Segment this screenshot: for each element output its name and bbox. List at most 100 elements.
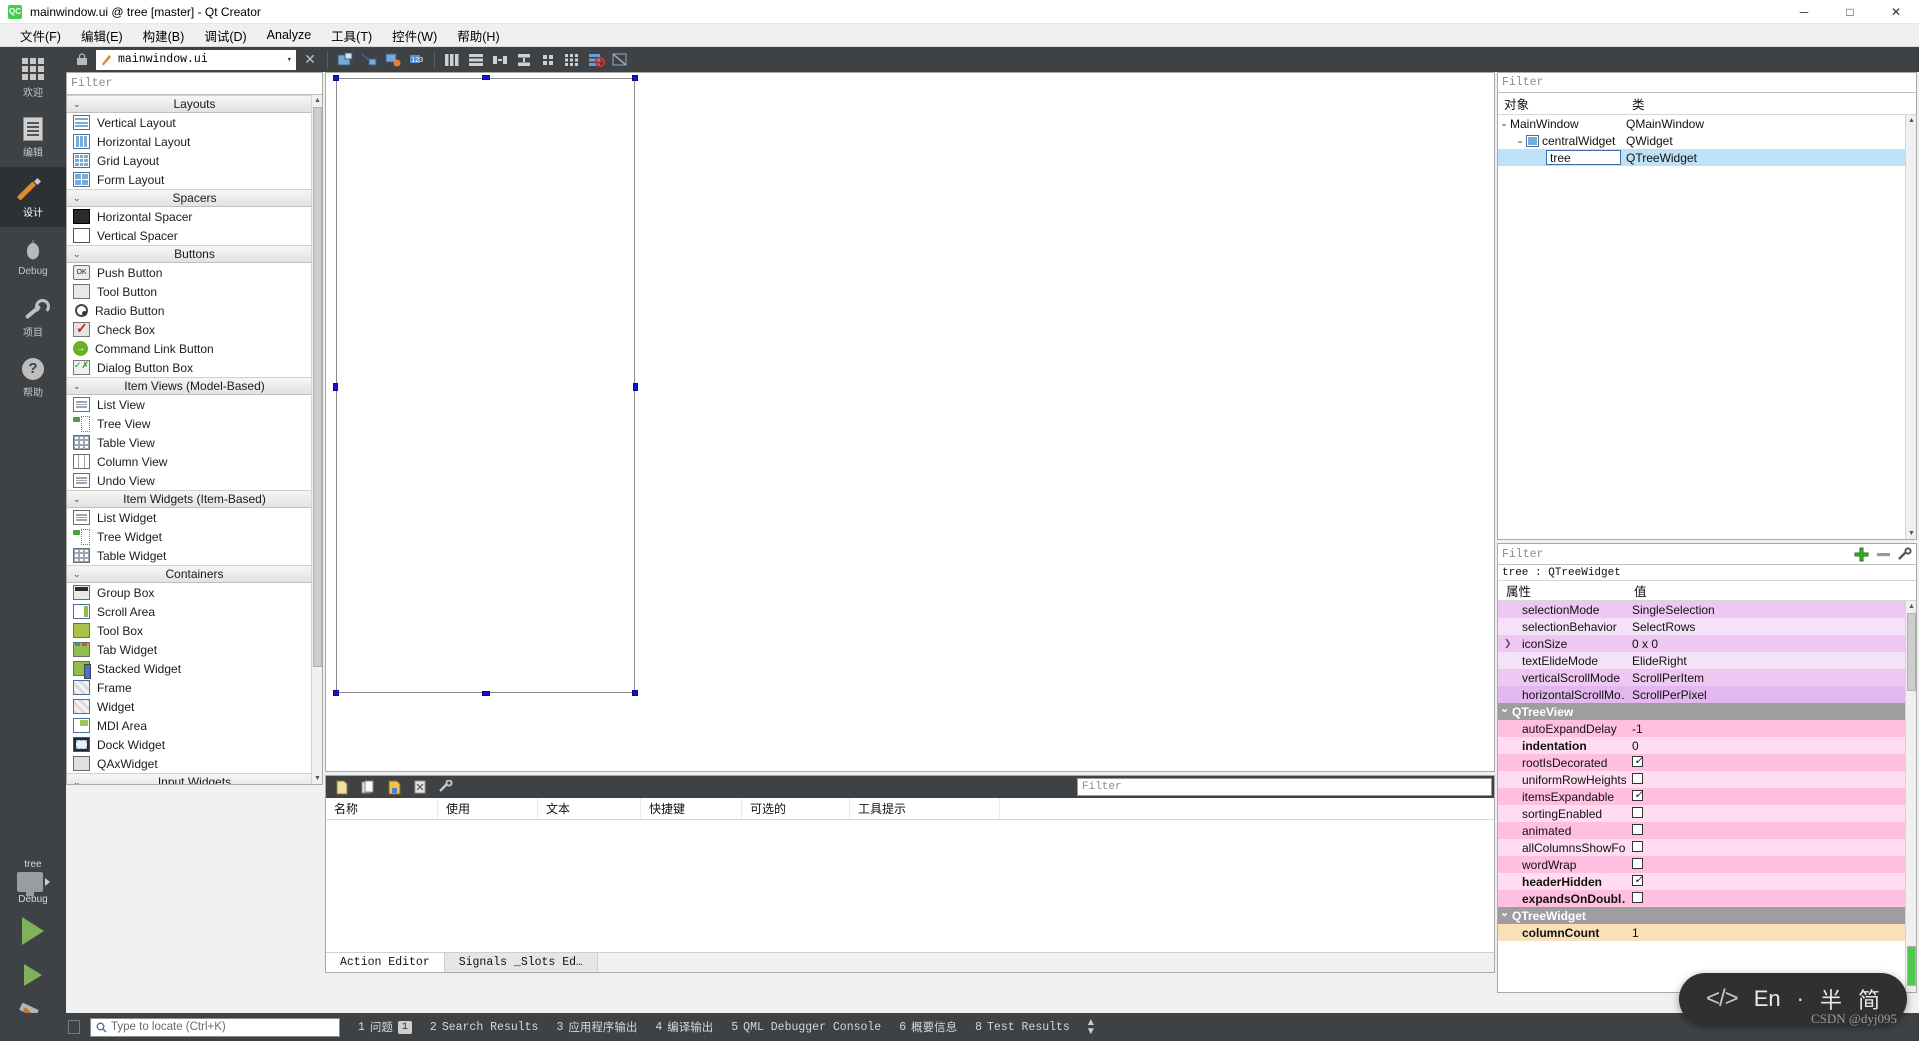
widget-item-tool-button[interactable]: Tool Button <box>67 282 322 301</box>
layout-horizontally-icon[interactable] <box>442 50 462 70</box>
property-row-selectionmode[interactable]: selectionMode SingleSelection <box>1498 601 1916 618</box>
start-debugging-button[interactable] <box>0 953 66 997</box>
property-checkbox[interactable] <box>1632 806 1643 818</box>
widget-item-list-view[interactable]: List View <box>67 395 322 414</box>
widget-item-group-box[interactable]: Group Box <box>67 583 322 602</box>
widget-group-containers[interactable]: ⌄ Containers <box>67 565 322 583</box>
widget-box-list[interactable]: ⌄ Layouts Vertical Layout Horizontal Lay… <box>67 95 322 784</box>
menu-tools[interactable]: 工具(T) <box>321 23 382 48</box>
property-row-horizontalscrollmode[interactable]: horizontalScrollMo… ScrollPerPixel <box>1498 686 1916 703</box>
object-inspector-filter-input[interactable]: Filter <box>1498 73 1916 93</box>
close-editor-icon[interactable]: ✕ <box>300 50 320 70</box>
menu-help[interactable]: 帮助(H) <box>447 23 509 48</box>
widget-box-filter-input[interactable]: Filter <box>67 73 322 95</box>
property-row-textelidemode[interactable]: textElideMode ElideRight <box>1498 652 1916 669</box>
toggle-output-pane-icon[interactable] <box>68 1020 80 1034</box>
mode-projects[interactable]: 项目 <box>0 287 66 347</box>
widget-item-frame[interactable]: Frame <box>67 678 322 697</box>
widget-item-horizontal-layout[interactable]: Horizontal Layout <box>67 132 322 151</box>
new-action-icon[interactable] <box>332 777 352 797</box>
object-inspector-scrollbar[interactable]: ▲ ▼ <box>1905 115 1916 539</box>
property-row-sortingenabled[interactable]: sortingEnabled <box>1498 805 1916 822</box>
property-group-qtreeview[interactable]: QTreeView <box>1498 703 1916 720</box>
paste-action-icon[interactable] <box>384 777 404 797</box>
maximize-button[interactable]: □ <box>1827 0 1873 24</box>
widget-item-dock-widget[interactable]: Dock Widget <box>67 735 322 754</box>
resize-handle-middle-left[interactable] <box>333 383 338 391</box>
action-col-tooltip[interactable]: 工具提示 <box>850 798 1000 819</box>
copy-action-icon[interactable] <box>358 777 378 797</box>
widget-box-scrollbar[interactable]: ▲ ▼ <box>311 95 322 784</box>
menu-edit[interactable]: 编辑(E) <box>71 23 133 48</box>
menu-analyze[interactable]: Analyze <box>257 25 321 45</box>
chevron-down-icon[interactable]: ▾ <box>287 55 292 65</box>
adjust-size-icon[interactable] <box>610 50 630 70</box>
mode-welcome[interactable]: 欢迎 <box>0 47 66 107</box>
widget-item-qax-widget[interactable]: QAxWidget <box>67 754 322 773</box>
widget-group-buttons[interactable]: ⌄ Buttons <box>67 245 322 263</box>
delete-action-icon[interactable] <box>410 777 430 797</box>
resize-handle-bottom-left[interactable] <box>333 690 339 696</box>
chevron-down-icon[interactable]: ⌄ <box>1498 118 1510 129</box>
scroll-down-arrow-icon[interactable]: ▼ <box>313 773 322 784</box>
menu-build[interactable]: 构建(B) <box>133 23 195 48</box>
resize-handle-bottom-center[interactable] <box>482 691 490 696</box>
property-row-allcolumnsshowfocus[interactable]: allColumnsShowFo… <box>1498 839 1916 856</box>
scroll-up-arrow-icon[interactable]: ▲ <box>1907 115 1916 126</box>
scrollbar-thumb[interactable] <box>313 107 322 667</box>
action-col-checkable[interactable]: 可选的 <box>742 798 850 819</box>
property-row-rootisdecorated[interactable]: rootIsDecorated <box>1498 754 1916 771</box>
run-button[interactable] <box>0 909 66 953</box>
chevron-down-icon[interactable]: ⌄ <box>1514 135 1526 146</box>
object-name-edit-input[interactable]: tree <box>1546 150 1621 165</box>
widget-item-dialog-button-box[interactable]: Dialog Button Box <box>67 358 322 377</box>
property-editor-filter-input[interactable]: Filter <box>1498 544 1850 565</box>
property-row-wordwrap[interactable]: wordWrap <box>1498 856 1916 873</box>
layout-form-icon[interactable] <box>538 50 558 70</box>
resize-handle-top-center[interactable] <box>482 75 490 80</box>
scroll-up-arrow-icon[interactable]: ▲ <box>1907 601 1916 612</box>
widget-item-vertical-layout[interactable]: Vertical Layout <box>67 113 322 132</box>
widget-item-widget[interactable]: Widget <box>67 697 322 716</box>
property-row-headerhidden[interactable]: headerHidden <box>1498 873 1916 890</box>
menu-file[interactable]: 文件(F) <box>10 23 71 48</box>
output-pane-qml-debugger-console[interactable]: 5 QML Debugger Console <box>731 1021 881 1034</box>
property-checkbox[interactable] <box>1632 789 1643 801</box>
widget-group-layouts[interactable]: ⌄ Layouts <box>67 95 322 113</box>
action-editor-list[interactable] <box>326 820 1494 952</box>
layout-splitter-vertical-icon[interactable] <box>514 50 534 70</box>
property-checkbox[interactable] <box>1632 874 1643 886</box>
mode-debug[interactable]: Debug <box>0 227 66 287</box>
property-group-qtreewidget[interactable]: QTreeWidget <box>1498 907 1916 924</box>
widget-item-column-view[interactable]: Column View <box>67 452 322 471</box>
break-layout-icon[interactable] <box>586 50 606 70</box>
scrollbar-thumb-lower[interactable] <box>1907 946 1916 986</box>
property-value[interactable]: SelectRows <box>1626 620 1916 634</box>
output-pane-compile-output[interactable]: 4 编译输出 <box>655 1019 713 1036</box>
property-row-autoexpanddelay[interactable]: autoExpandDelay -1 <box>1498 720 1916 737</box>
widget-item-tool-box[interactable]: Tool Box <box>67 621 322 640</box>
widget-item-tree-view[interactable]: Tree View <box>67 414 322 433</box>
widget-item-horizontal-spacer[interactable]: Horizontal Spacer <box>67 207 322 226</box>
widget-item-grid-layout[interactable]: Grid Layout <box>67 151 322 170</box>
property-value[interactable]: 0 x 0 <box>1626 637 1916 651</box>
layout-grid-icon[interactable] <box>562 50 582 70</box>
property-value[interactable]: SingleSelection <box>1626 603 1916 617</box>
close-button[interactable]: ✕ <box>1873 0 1919 24</box>
edit-buddies-mode-icon[interactable] <box>383 50 403 70</box>
widget-item-stacked-widget[interactable]: Stacked Widget <box>67 659 322 679</box>
widget-item-scroll-area[interactable]: Scroll Area <box>67 602 322 621</box>
property-row-iconsize[interactable]: ❯ iconSize 0 x 0 <box>1498 635 1916 652</box>
property-value[interactable]: -1 <box>1626 722 1916 736</box>
output-pane-test-results[interactable]: 8 Test Results <box>975 1021 1070 1034</box>
property-checkbox[interactable] <box>1632 891 1643 903</box>
property-checkbox[interactable] <box>1632 823 1643 835</box>
widget-group-item-widgets[interactable]: ⌄ Item Widgets (Item-Based) <box>67 490 322 508</box>
add-property-icon[interactable] <box>1850 545 1872 564</box>
property-value[interactable]: 1 <box>1626 926 1916 940</box>
property-col-name[interactable]: 属性 <box>1498 581 1626 600</box>
widget-item-radio-button[interactable]: Radio Button <box>67 301 322 320</box>
selected-tree-widget[interactable] <box>333 75 638 696</box>
widget-item-table-view[interactable]: Table View <box>67 433 322 452</box>
output-pane-search-results[interactable]: 2 Search Results <box>430 1021 539 1034</box>
